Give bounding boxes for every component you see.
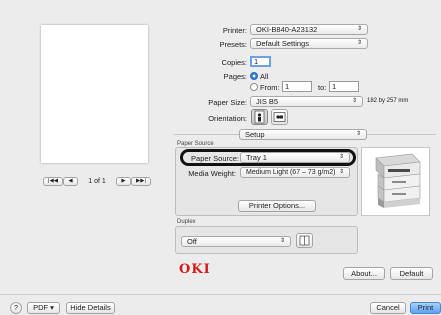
chevron-updown-icon: ⇕	[351, 98, 357, 104]
duplex-group-title: Duplex	[177, 219, 196, 225]
orientation-portrait-button[interactable]	[251, 109, 268, 125]
pages-to-input[interactable]: 1	[329, 81, 359, 92]
chevron-updown-icon: ⇕	[279, 238, 285, 244]
preview-last-page-button[interactable]: ▶▶|	[131, 177, 151, 186]
chevron-updown-icon: ⇕	[338, 169, 344, 175]
section-menu-select[interactable]: Setup ⇕	[239, 129, 367, 140]
printer-select[interactable]: OKI-B840-A23132 ⇕	[250, 24, 368, 35]
about-button[interactable]: About...	[343, 267, 385, 280]
page-preview	[41, 25, 148, 163]
presets-value: Default Settings	[256, 39, 309, 48]
preview-next-page-button[interactable]: ▶	[116, 177, 131, 186]
presets-label: Presets:	[219, 40, 247, 49]
paper-source-value: Tray 1	[246, 153, 267, 162]
pdf-menu-button[interactable]: PDF ▾	[27, 302, 60, 314]
pages-all-radio[interactable]	[250, 72, 258, 80]
oki-logo: OKI	[179, 262, 211, 277]
cancel-button[interactable]: Cancel	[370, 302, 406, 314]
chevron-updown-icon: ⇕	[355, 131, 361, 137]
pages-range-radio[interactable]	[250, 83, 258, 91]
preview-first-page-button[interactable]: |◀◀	[43, 177, 63, 186]
printer-value: OKI-B840-A23132	[256, 25, 318, 34]
media-weight-select[interactable]: Medium Light (67 – 73 g/m2) ⇕	[240, 167, 350, 178]
landscape-person-icon	[273, 112, 286, 122]
pages-label: Pages:	[223, 72, 247, 81]
paper-size-label: Paper Size:	[208, 98, 247, 107]
paper-size-select[interactable]: JIS B5 ⇕	[250, 96, 363, 107]
hide-details-button[interactable]: Hide Details	[66, 302, 115, 314]
presets-select[interactable]: Default Settings ⇕	[250, 38, 368, 49]
footer-divider	[0, 294, 441, 295]
chevron-updown-icon: ⇕	[356, 40, 362, 46]
help-button[interactable]: ?	[10, 302, 22, 314]
pages-from-label: From:	[260, 83, 280, 92]
duplex-value: Off	[187, 237, 197, 246]
printer-image-frame	[361, 147, 430, 216]
paper-source-label: Paper Source:	[191, 154, 239, 163]
preview-page-indicator: 1 of 1	[88, 178, 106, 185]
media-weight-label: Media Weight:	[188, 169, 236, 178]
copies-label: Copies:	[221, 58, 247, 67]
portrait-person-icon	[254, 110, 265, 124]
paper-source-select[interactable]: Tray 1 ⇕	[240, 152, 350, 163]
pages-to-label: to:	[318, 83, 327, 92]
paper-size-dimensions: 182 by 257 mm	[367, 98, 409, 104]
printer-label: Printer:	[222, 26, 247, 35]
chevron-updown-icon: ⇕	[338, 154, 344, 160]
duplex-select[interactable]: Off ⇕	[181, 236, 291, 247]
duplex-binding-button[interactable]	[296, 233, 313, 248]
section-menu-value: Setup	[245, 130, 265, 139]
chevron-updown-icon: ⇕	[356, 26, 362, 32]
default-button[interactable]: Default	[390, 267, 433, 280]
printer-image	[375, 153, 421, 208]
media-weight-value: Medium Light (67 – 73 g/m2)	[246, 169, 336, 176]
book-binding-icon	[299, 235, 310, 246]
print-button[interactable]: Print	[410, 302, 441, 314]
copies-input[interactable]: 1	[250, 56, 271, 67]
pages-all-label: All	[260, 72, 269, 81]
printer-options-button[interactable]: Printer Options...	[238, 200, 316, 212]
preview-prev-page-button[interactable]: ◀	[63, 177, 78, 186]
orientation-label: Orientation:	[208, 114, 247, 123]
paper-size-value: JIS B5	[256, 97, 279, 106]
orientation-landscape-button[interactable]	[271, 109, 288, 125]
pages-from-input[interactable]: 1	[282, 81, 312, 92]
